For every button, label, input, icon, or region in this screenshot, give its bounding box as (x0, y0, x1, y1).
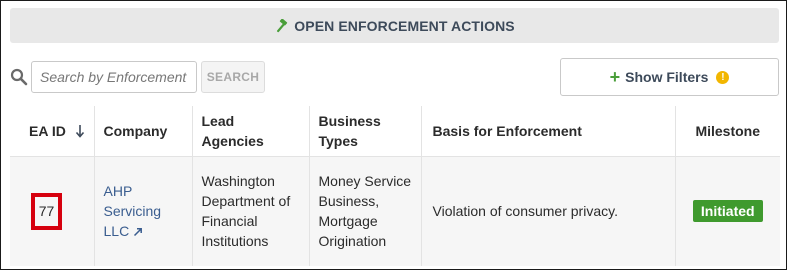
column-header-business-types[interactable]: Business Types (309, 106, 422, 157)
company-link[interactable]: AHP Servicing LLC (104, 183, 162, 239)
ea-id-value[interactable]: 77 (31, 192, 62, 230)
search-icon (10, 68, 28, 86)
column-header-ea-id[interactable]: EA ID (10, 106, 95, 157)
plus-icon: + (609, 67, 621, 87)
column-header-milestone[interactable]: Milestone (675, 106, 780, 157)
hammer-icon (274, 18, 288, 33)
enforcement-actions-table: EA ID Company Lead Agencies Business Typ… (10, 106, 780, 266)
section-header[interactable]: OPEN ENFORCEMENT ACTIONS (10, 8, 779, 43)
column-header-basis[interactable]: Basis for Enforcement (421, 106, 676, 157)
external-link-icon (133, 227, 143, 237)
section-title: OPEN ENFORCEMENT ACTIONS (294, 17, 515, 34)
milestone-badge: Initiated (692, 200, 763, 223)
search-button[interactable]: SEARCH (201, 61, 265, 93)
table-header-row: EA ID Company Lead Agencies Business Typ… (10, 106, 780, 157)
sort-descending-icon[interactable] (75, 124, 85, 138)
cell-company: AHP Servicing LLC (94, 156, 193, 266)
enforcement-actions-panel: OPEN ENFORCEMENT ACTIONS SEARCH + Show F… (0, 0, 787, 270)
cell-ea-id: 77 (10, 156, 95, 266)
table-row[interactable]: 77 AHP Servicing LLC Washington Departme… (10, 156, 780, 266)
search-input[interactable] (31, 61, 197, 93)
cell-lead-agencies: Washington Department of Financial Insti… (192, 156, 310, 266)
cell-milestone: Initiated (675, 156, 780, 266)
show-filters-label: Show Filters (625, 69, 709, 85)
column-header-company[interactable]: Company (94, 106, 193, 157)
cell-basis: Violation of consumer privacy. (421, 156, 676, 266)
cell-business-types: Money Service Business, Mortgage Origina… (309, 156, 422, 266)
show-filters-button[interactable]: + Show Filters ! (560, 58, 779, 96)
column-header-lead-agencies[interactable]: Lead Agencies (192, 106, 310, 157)
info-icon[interactable]: ! (716, 70, 730, 84)
